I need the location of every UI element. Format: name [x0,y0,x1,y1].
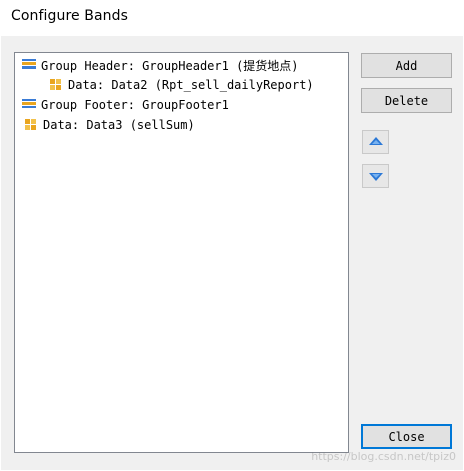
arrow-down-icon [368,173,383,181]
add-button[interactable]: Add [361,53,452,78]
tree-item-data-band[interactable]: Data: Data3 (sellSum) [23,116,195,134]
move-down-button[interactable] [362,164,389,188]
arrow-up-icon [368,137,383,145]
tree-item-group-footer[interactable]: Group Footer: GroupFooter1 [21,96,229,114]
delete-button[interactable]: Delete [361,88,452,113]
data-band-icon [50,79,61,90]
tree-item-data-band[interactable]: Data: Data2 (Rpt_sell_dailyReport) [48,76,314,94]
tree-item-label: Data: Data3 (sellSum) [43,118,195,132]
tree-item-group-header[interactable]: Group Header: GroupHeader1 (提货地点) [21,56,299,74]
tree-item-label: Group Footer: GroupFooter1 [41,98,229,112]
group-header-icon [22,59,36,69]
data-band-icon [25,119,36,130]
tree-item-label: Data: Data2 (Rpt_sell_dailyReport) [68,78,314,92]
bands-tree[interactable]: Group Header: GroupHeader1 (提货地点) Data: … [14,52,349,453]
watermark-text: https://blog.csdn.net/tpiz0 [311,450,456,463]
close-button[interactable]: Close [361,424,452,449]
window-title: Configure Bands [11,8,129,24]
group-footer-icon [22,99,36,108]
move-up-button[interactable] [362,130,389,154]
tree-item-label: Group Header: GroupHeader1 (提货地点) [41,58,299,73]
